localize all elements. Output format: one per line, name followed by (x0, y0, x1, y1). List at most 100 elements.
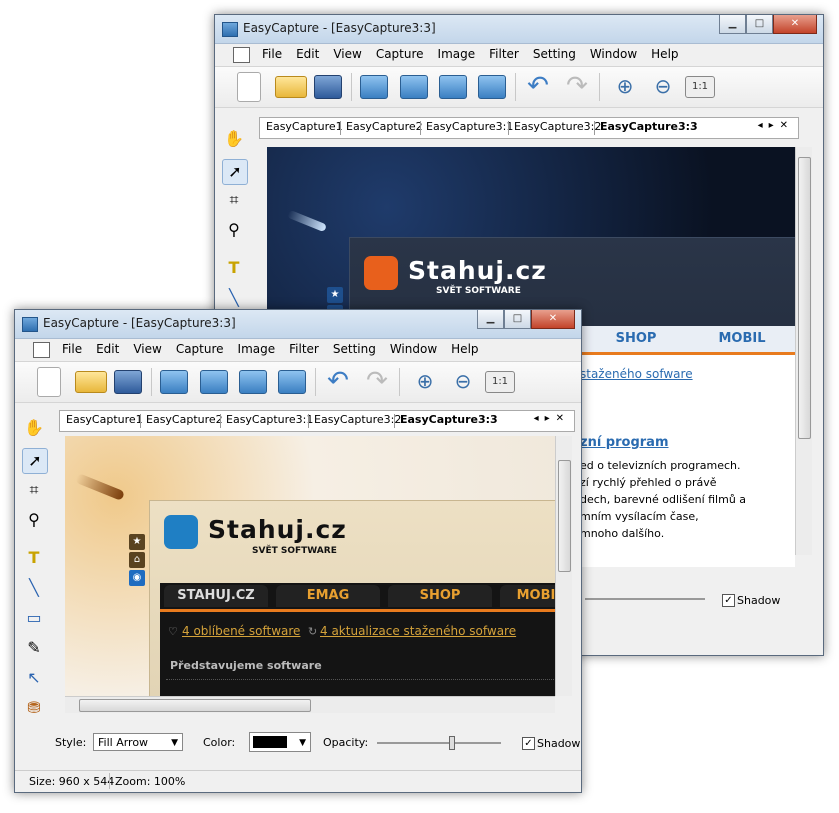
menu-filter[interactable]: Filter (282, 342, 326, 356)
menu-help[interactable]: Help (644, 47, 685, 61)
tab-easycapture3-1[interactable]: EasyCapture3:1 (226, 413, 313, 426)
back-article-title[interactable]: zní program (580, 435, 669, 450)
menu-setting[interactable]: Setting (326, 342, 383, 356)
tab-easycapture3-3[interactable]: EasyCapture3:3 (600, 120, 698, 133)
opacity-slider[interactable] (377, 736, 501, 750)
tab-nav-controls[interactable]: ◂▸✕ (534, 413, 570, 424)
undo-icon[interactable]: ↶ (323, 367, 353, 395)
capture-region-icon[interactable] (439, 75, 467, 99)
zoom-out-icon[interactable]: ⊖ (448, 367, 478, 395)
menu-help[interactable]: Help (444, 342, 485, 356)
zoom-tool-icon[interactable]: ⚲ (22, 508, 46, 532)
redo-icon[interactable]: ↷ (562, 72, 592, 100)
redo-icon[interactable]: ↷ (362, 367, 392, 395)
hand-tool-icon[interactable]: ✋ (222, 127, 246, 151)
save-icon[interactable] (314, 75, 342, 99)
minimize-button[interactable]: ▁ (719, 15, 746, 34)
menu-window[interactable]: Window (383, 342, 444, 356)
front-nav-shop[interactable]: SHOP (388, 585, 492, 607)
open-folder-icon[interactable] (75, 371, 107, 393)
close-button[interactable]: ✕ (773, 15, 817, 34)
menu-edit[interactable]: Edit (289, 47, 326, 61)
zoom-out-icon[interactable]: ⊖ (648, 72, 678, 100)
front-horizontal-scrollbar[interactable] (65, 696, 555, 713)
maximize-button[interactable]: □ (746, 15, 773, 34)
close-button[interactable]: ✕ (531, 310, 575, 329)
back-opacity-slider[interactable] (585, 598, 705, 600)
menu-document-icon[interactable] (33, 342, 50, 358)
text-tool-icon[interactable]: T (222, 256, 246, 280)
menu-image[interactable]: Image (431, 47, 483, 61)
line-tool-icon[interactable]: ╲ (22, 576, 46, 600)
capture-scroll-icon[interactable] (478, 75, 506, 99)
back-title-bar[interactable]: EasyCapture - [EasyCapture3:3] ▁ □ ✕ (215, 15, 823, 44)
tab-easycapture3-3[interactable]: EasyCapture3:3 (400, 413, 498, 426)
rss-icon[interactable]: ◉ (129, 570, 145, 586)
line-tool-icon[interactable]: ╲ (222, 286, 246, 310)
front-title-bar[interactable]: EasyCapture - [EasyCapture3:3] ▁ □ ✕ (15, 310, 581, 339)
tab-nav-controls[interactable]: ◂▸✕ (758, 120, 794, 131)
actual-size-icon[interactable]: 1:1 (485, 371, 515, 393)
tab-easycapture2[interactable]: EasyCapture2 (346, 120, 423, 133)
menu-capture[interactable]: Capture (369, 47, 431, 61)
menu-view[interactable]: View (326, 47, 368, 61)
select-tool-icon[interactable]: ➚ (222, 159, 248, 185)
front-nav-stahuj[interactable]: STAHUJ.CZ (164, 585, 268, 607)
menu-image[interactable]: Image (231, 342, 283, 356)
hand-tool-icon[interactable]: ✋ (22, 416, 46, 440)
capture-region-icon[interactable] (239, 370, 267, 394)
open-folder-icon[interactable] (275, 76, 307, 98)
menu-window[interactable]: Window (583, 47, 644, 61)
save-icon[interactable] (114, 370, 142, 394)
front-link-favorites[interactable]: 4 oblíbené software (182, 624, 300, 638)
minimize-button[interactable]: ▁ (477, 310, 504, 329)
select-tool-icon[interactable]: ➚ (22, 448, 48, 474)
back-nav-mobil[interactable]: MOBIL (692, 328, 792, 350)
crop-tool-icon[interactable]: ⌗ (22, 478, 46, 502)
menu-capture[interactable]: Capture (169, 342, 231, 356)
capture-window-icon[interactable] (200, 370, 228, 394)
capture-screen-icon[interactable] (360, 75, 388, 99)
style-select[interactable]: Fill Arrow ▼ (93, 733, 183, 751)
front-vertical-scrollbar[interactable] (555, 436, 572, 696)
crop-tool-icon[interactable]: ⌗ (222, 188, 246, 212)
zoom-tool-icon[interactable]: ⚲ (222, 218, 246, 242)
capture-scroll-icon[interactable] (278, 370, 306, 394)
tab-easycapture3-2[interactable]: EasyCapture3:2 (514, 120, 601, 133)
maximize-button[interactable]: □ (504, 310, 531, 329)
highlighter-tool-icon[interactable]: ✎ (22, 636, 46, 660)
back-shadow-checkbox[interactable]: ✓ (722, 594, 735, 607)
zoom-in-icon[interactable]: ⊕ (610, 72, 640, 100)
rectangle-tool-icon[interactable]: ▭ (22, 606, 46, 630)
actual-size-icon[interactable]: 1:1 (685, 76, 715, 98)
front-link-updates[interactable]: 4 aktualizace staženého sofware (320, 624, 516, 638)
new-file-icon[interactable] (37, 367, 61, 397)
front-canvas[interactable]: Stahuj.cz SVĚT SOFTWARE STAHUJ.CZ EMAG S… (65, 436, 571, 696)
menu-view[interactable]: View (126, 342, 168, 356)
home-icon[interactable]: ⌂ (129, 552, 145, 568)
front-nav-emag[interactable]: EMAG (276, 585, 380, 607)
opacity-slider-thumb[interactable] (449, 736, 455, 750)
menu-setting[interactable]: Setting (526, 47, 583, 61)
menu-file[interactable]: File (255, 47, 289, 61)
capture-screen-icon[interactable] (160, 370, 188, 394)
text-tool-icon[interactable]: T (22, 546, 46, 570)
zoom-in-icon[interactable]: ⊕ (410, 367, 440, 395)
stamp-tool-icon[interactable]: ⛃ (22, 696, 46, 720)
tab-easycapture1[interactable]: EasyCapture1 (266, 120, 343, 133)
capture-window-icon[interactable] (400, 75, 428, 99)
back-link-downloads[interactable]: staženého sofware (580, 367, 693, 381)
arrow-tool-icon[interactable]: ↖ (22, 666, 46, 690)
tab-easycapture3-1[interactable]: EasyCapture3:1 (426, 120, 513, 133)
menu-document-icon[interactable] (233, 47, 250, 63)
menu-edit[interactable]: Edit (89, 342, 126, 356)
back-nav-shop[interactable]: SHOP (586, 328, 686, 350)
tab-easycapture1[interactable]: EasyCapture1 (66, 413, 143, 426)
favorites-star-icon[interactable]: ★ (327, 287, 343, 303)
new-file-icon[interactable] (237, 72, 261, 102)
tab-easycapture3-2[interactable]: EasyCapture3:2 (314, 413, 401, 426)
tab-easycapture2[interactable]: EasyCapture2 (146, 413, 223, 426)
undo-icon[interactable]: ↶ (523, 72, 553, 100)
menu-filter[interactable]: Filter (482, 47, 526, 61)
menu-file[interactable]: File (55, 342, 89, 356)
